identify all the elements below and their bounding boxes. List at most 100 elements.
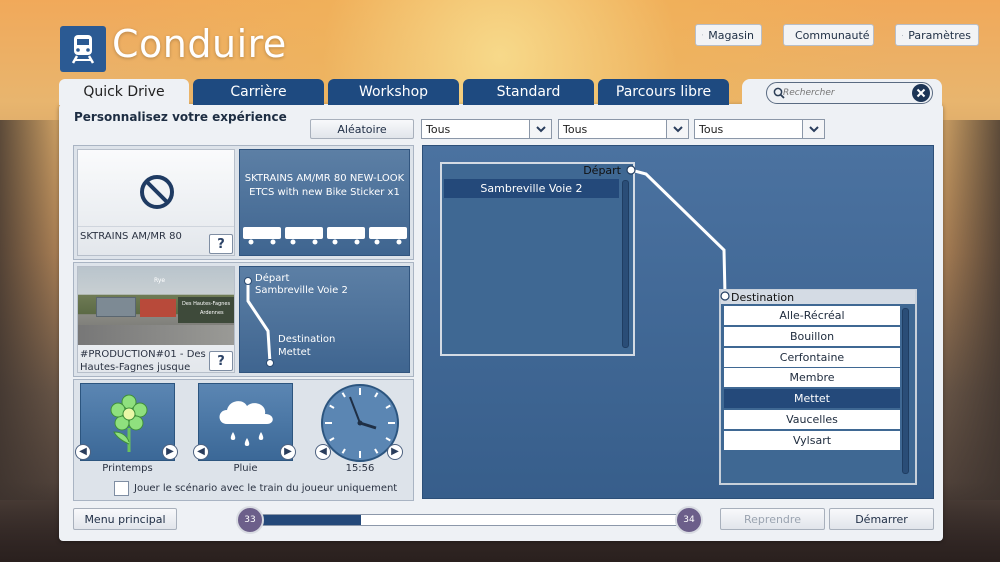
app-title: Conduire bbox=[112, 22, 287, 66]
weather-prev-button[interactable]: ◀ bbox=[193, 444, 209, 460]
settings-button-label: Paramètres bbox=[908, 28, 971, 42]
main-menu-label: Menu principal bbox=[84, 512, 166, 526]
season-label: Printemps bbox=[102, 463, 153, 474]
start-button[interactable]: Démarrer bbox=[829, 508, 934, 530]
consist-card[interactable]: SKTRAINS AM/MR 80 NEW-LOOK ETCS with new… bbox=[239, 149, 410, 256]
community-button-label: Communauté bbox=[795, 28, 870, 42]
season-prev-button[interactable]: ◀ bbox=[75, 444, 91, 460]
destination-item[interactable]: Cerfontaine bbox=[724, 347, 900, 367]
help-label: ? bbox=[217, 236, 225, 252]
consist-line-1: SKTRAINS AM/MR 80 NEW-LOOK bbox=[244, 173, 405, 184]
tab-label: Quick Drive bbox=[83, 84, 165, 100]
tab-label: Carrière bbox=[230, 84, 287, 100]
train-icon bbox=[71, 35, 95, 64]
app-logo bbox=[60, 26, 106, 72]
season-next-button[interactable]: ▶ bbox=[162, 444, 178, 460]
filter-dropdown-2[interactable]: Tous bbox=[558, 119, 689, 139]
departure-item[interactable]: Sambreville Voie 2 bbox=[444, 179, 619, 198]
destination-item-label: Vylsart bbox=[792, 433, 832, 447]
progress-fill bbox=[261, 515, 361, 525]
progress-track bbox=[260, 514, 678, 526]
dropdown-value: Tous bbox=[426, 122, 451, 136]
close-icon bbox=[916, 88, 926, 98]
destination-scrollbar[interactable] bbox=[902, 308, 909, 474]
chevron-left-icon: ◀ bbox=[319, 446, 327, 457]
help-label: ? bbox=[217, 353, 225, 369]
search-input[interactable] bbox=[783, 84, 907, 102]
player-train-checkbox[interactable] bbox=[114, 481, 129, 496]
summary-start-label: Départ bbox=[255, 273, 290, 284]
route-card[interactable]: Rye Des Hautes-Fagnes Ardennes #PRODUCTI… bbox=[77, 266, 235, 373]
chevron-right-icon: ▶ bbox=[391, 446, 399, 457]
tab-free-roam[interactable]: Parcours libre bbox=[598, 79, 729, 105]
chevron-right-icon: ▶ bbox=[284, 446, 292, 457]
destination-item[interactable]: Vaucelles bbox=[724, 410, 900, 429]
thumb-sign-rye: Rye bbox=[154, 277, 166, 284]
chevron-left-icon: ◀ bbox=[79, 446, 87, 457]
destination-item[interactable]: Mettet bbox=[724, 389, 900, 409]
destination-item[interactable]: Membre bbox=[724, 368, 900, 388]
resume-label: Reprendre bbox=[744, 512, 801, 526]
time-next-button[interactable]: ▶ bbox=[387, 444, 403, 460]
wagons-icon bbox=[243, 227, 407, 245]
main-menu-button[interactable]: Menu principal bbox=[73, 508, 177, 530]
destination-item[interactable]: Bouillon bbox=[724, 326, 900, 346]
tab-label: Parcours libre bbox=[615, 84, 712, 100]
route-summary-card[interactable]: Départ Sambreville Voie 2 Destination Me… bbox=[239, 266, 410, 373]
start-label: Démarrer bbox=[855, 512, 908, 526]
season-tile[interactable] bbox=[80, 383, 175, 461]
destination-item-label: Vaucelles bbox=[786, 413, 838, 426]
shop-button-label: Magasin bbox=[708, 28, 754, 42]
shop-button[interactable]: Magasin bbox=[695, 24, 762, 46]
filter-dropdown-1[interactable]: Tous bbox=[421, 119, 552, 139]
search-field[interactable] bbox=[766, 82, 933, 104]
weather-label: Pluie bbox=[233, 463, 258, 474]
unavailable-icon bbox=[140, 175, 174, 209]
summary-dest-label: Destination bbox=[278, 334, 336, 345]
destination-item[interactable]: Vylsart bbox=[724, 430, 900, 450]
progress-start-badge: 33 bbox=[236, 506, 264, 534]
weather-next-button[interactable]: ▶ bbox=[280, 444, 296, 460]
destination-item-label: Alle-Récréal bbox=[779, 309, 845, 322]
tab-label: Standard bbox=[496, 84, 561, 100]
train-card[interactable]: SKTRAINS AM/MR 80 ? bbox=[77, 149, 235, 256]
route-connector bbox=[626, 165, 730, 301]
filter-dropdown-3[interactable]: Tous bbox=[694, 119, 825, 139]
rain-cloud-icon bbox=[219, 401, 273, 446]
weather-tile[interactable] bbox=[198, 383, 293, 461]
destination-item[interactable]: Alle-Récréal bbox=[724, 306, 900, 325]
train-help-button[interactable]: ? bbox=[209, 234, 233, 254]
chevron-left-icon: ◀ bbox=[197, 446, 205, 457]
progress-end-badge: 34 bbox=[675, 506, 703, 534]
destination-item-label: Cerfontaine bbox=[779, 350, 845, 364]
tab-standard[interactable]: Standard bbox=[463, 79, 594, 105]
chevron-down-icon bbox=[666, 120, 688, 138]
time-prev-button[interactable]: ◀ bbox=[315, 444, 331, 460]
tab-workshop[interactable]: Workshop bbox=[328, 79, 459, 105]
tab-career[interactable]: Carrière bbox=[193, 79, 324, 105]
progress-start-value: 33 bbox=[244, 515, 256, 525]
settings-button[interactable]: Paramètres bbox=[895, 24, 979, 46]
destination-label: Destination bbox=[731, 291, 795, 304]
cart-icon bbox=[702, 34, 704, 36]
route-name-line-2: Hautes-Fagnes jusque bbox=[80, 362, 191, 373]
gear-icon bbox=[902, 34, 904, 36]
resume-button[interactable]: Reprendre bbox=[720, 508, 825, 530]
clear-search-button[interactable] bbox=[912, 84, 930, 102]
dropdown-value: Tous bbox=[699, 122, 724, 136]
route-name-line-1: #PRODUCTION#01 - Des bbox=[80, 349, 206, 360]
tab-label: Workshop bbox=[358, 84, 429, 100]
flower-icon bbox=[110, 394, 148, 452]
time-label: 15:56 bbox=[345, 463, 375, 474]
route-help-button[interactable]: ? bbox=[209, 351, 233, 371]
train-name: SKTRAINS AM/MR 80 bbox=[80, 231, 182, 242]
destination-item-label: Bouillon bbox=[789, 329, 835, 343]
community-button[interactable]: Communauté bbox=[783, 24, 874, 46]
chevron-down-icon bbox=[802, 120, 824, 138]
random-button[interactable]: Aléatoire bbox=[310, 119, 414, 139]
tab-quick-drive[interactable]: Quick Drive bbox=[59, 79, 189, 105]
progress-end-value: 34 bbox=[683, 515, 695, 525]
chevron-down-icon bbox=[529, 120, 551, 138]
random-button-label: Aléatoire bbox=[337, 122, 387, 136]
summary-start-value: Sambreville Voie 2 bbox=[255, 285, 348, 296]
